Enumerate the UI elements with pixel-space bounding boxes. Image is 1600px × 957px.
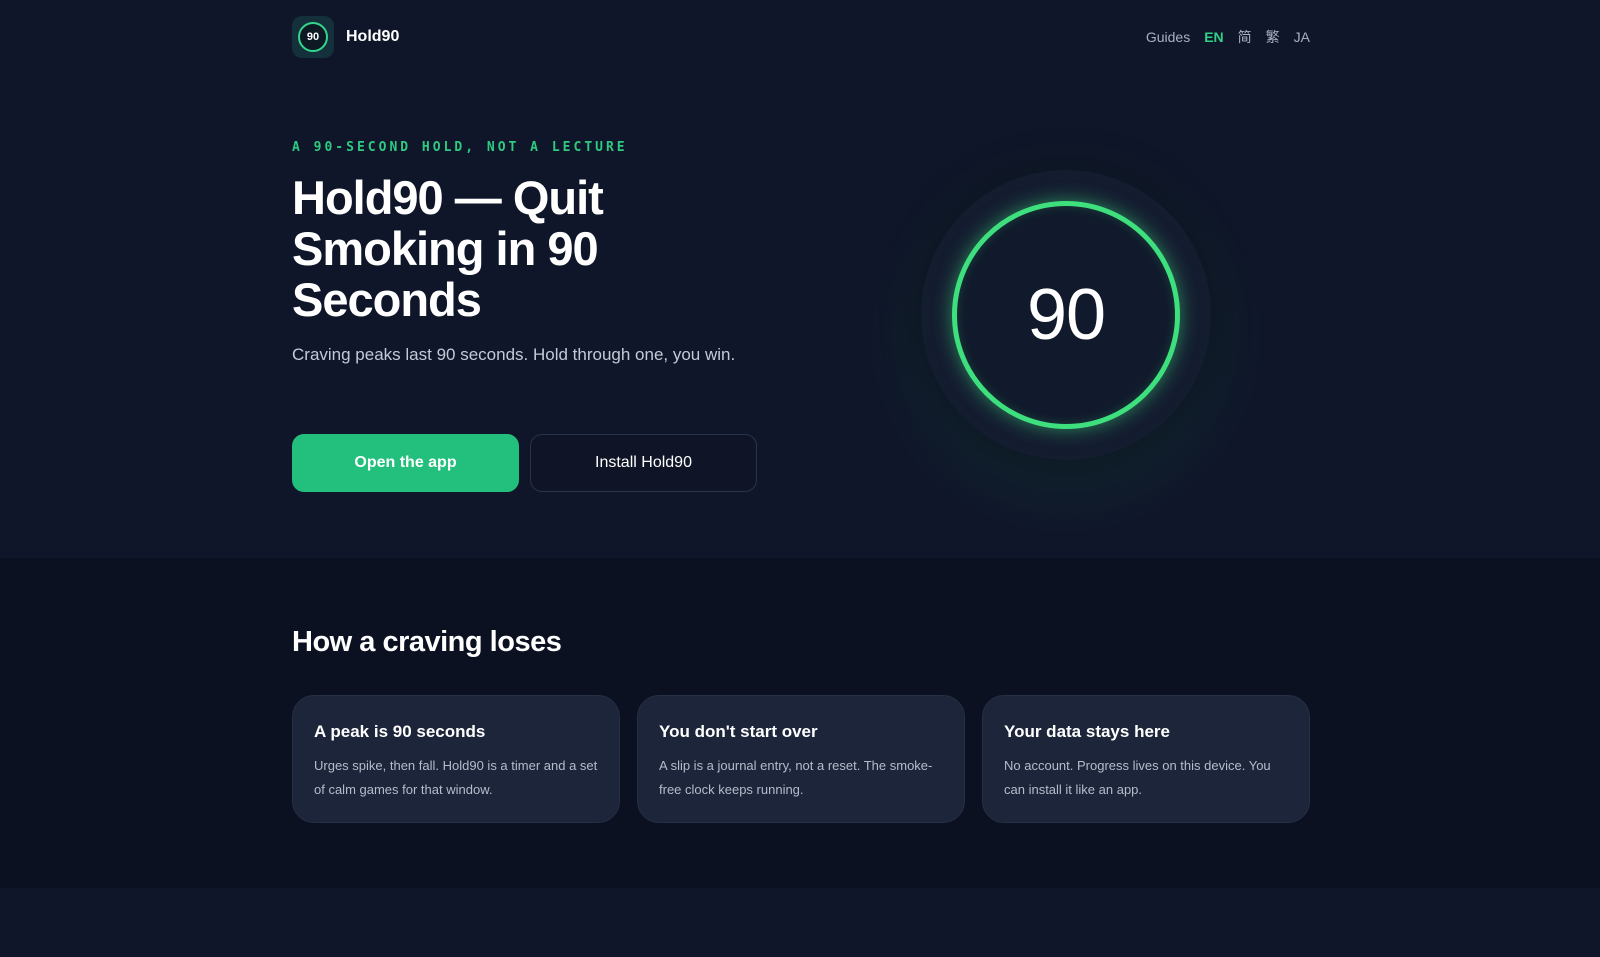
card-text: Urges spike, then fall. Hold90 is a time…	[314, 758, 598, 797]
feature-card: A peak is 90 seconds Urges spike, then f…	[292, 695, 620, 823]
countdown-timer: 90	[952, 201, 1180, 429]
logo-icon: 90	[292, 16, 334, 58]
hero-eyebrow: A 90-SECOND HOLD, NOT A LECTURE	[292, 140, 628, 155]
footer-band	[0, 888, 1600, 957]
lang-en[interactable]: EN	[1204, 29, 1223, 45]
feature-card: Your data stays here No account. Progres…	[982, 695, 1310, 823]
how-title: How a craving loses	[292, 626, 562, 658]
install-button[interactable]: Install Hold90	[530, 434, 757, 492]
logo-ring: 90	[298, 22, 328, 52]
timer-value: 90	[1026, 275, 1106, 355]
top-nav: Guides EN 简 繁 JA	[1146, 27, 1310, 47]
brand-name: Hold90	[346, 28, 400, 45]
site-header: 90 Hold90 Guides EN 简 繁 JA	[292, 16, 1310, 58]
how-section: How a craving loses A peak is 90 seconds…	[0, 558, 1600, 888]
nav-guides[interactable]: Guides	[1146, 29, 1190, 45]
brand-link[interactable]: 90 Hold90	[292, 16, 399, 58]
card-text: No account. Progress lives on this devic…	[1004, 758, 1271, 797]
card-text: A slip is a journal entry, not a reset. …	[659, 758, 933, 797]
open-app-button[interactable]: Open the app	[292, 434, 519, 492]
lang-ja[interactable]: JA	[1294, 29, 1310, 45]
card-title: You don't start over	[659, 722, 818, 741]
hero-title: Hold90 — Quit Smoking in 90 Seconds	[292, 171, 604, 326]
card-title: A peak is 90 seconds	[314, 722, 486, 741]
feature-card: You don't start over A slip is a journal…	[637, 695, 965, 823]
landing-page: 90 Hold90 Guides EN 简 繁 JA A 90-SECOND H…	[0, 0, 1600, 957]
lang-zh-hant[interactable]: 繁	[1266, 27, 1280, 47]
card-title: Your data stays here	[1004, 722, 1170, 741]
lang-zh-hans[interactable]: 简	[1238, 27, 1252, 47]
hero-subtitle: Craving peaks last 90 seconds. Hold thro…	[292, 345, 736, 364]
